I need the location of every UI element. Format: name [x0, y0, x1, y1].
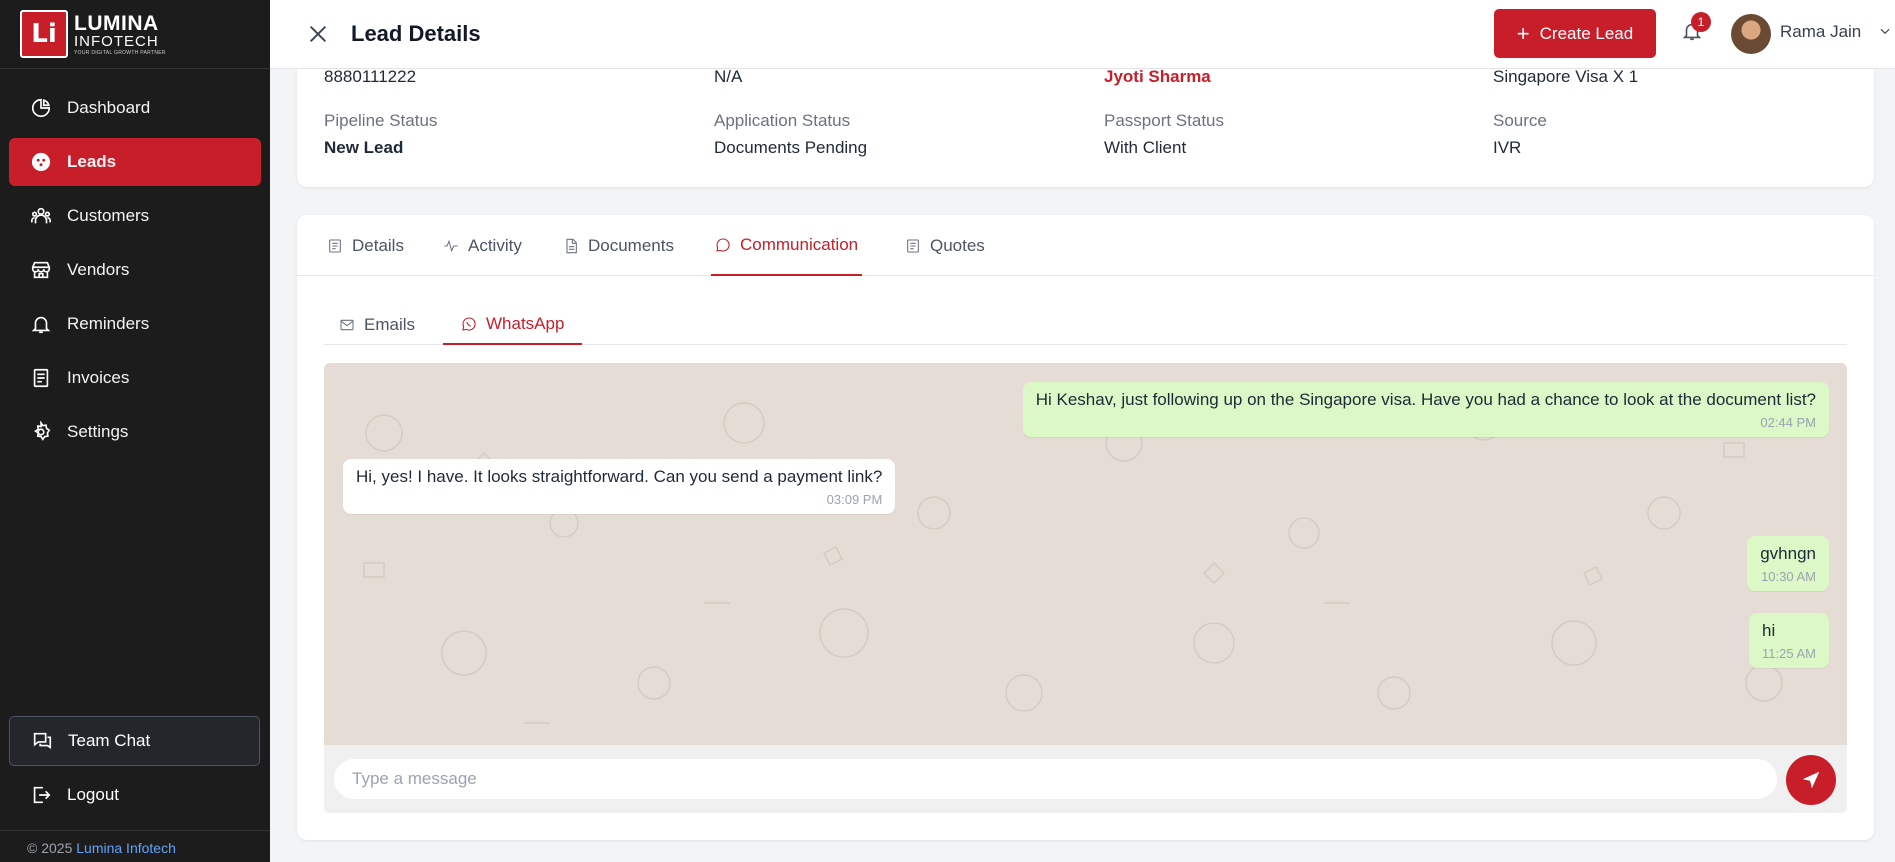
- pipeline-status-label: Pipeline Status: [324, 111, 438, 130]
- sidebar-item-label: Invoices: [67, 368, 130, 387]
- tab-communication[interactable]: Communication: [711, 215, 863, 276]
- source-value: IVR: [1493, 138, 1522, 157]
- invoice-icon: [30, 367, 52, 389]
- message-time: 03:09 PM: [826, 492, 883, 507]
- source-label: Source: [1493, 111, 1547, 130]
- sidebar-item-leads[interactable]: Leads: [9, 138, 261, 186]
- plus-icon: +: [1516, 20, 1530, 46]
- whatsapp-chat-area[interactable]: Hi Keshav, just following up on the Sing…: [324, 363, 1847, 745]
- chat-icon: [33, 732, 52, 749]
- sidebar: Li LUMINA INFOTECH YOUR DIGITAL GROWTH P…: [0, 0, 270, 862]
- team-chat-button[interactable]: Team Chat: [9, 716, 260, 766]
- message-time: 11:25 AM: [1762, 646, 1816, 661]
- copyright: © 2025 Lumina Infotech: [0, 830, 270, 856]
- notification-badge: 1: [1691, 12, 1711, 32]
- whatsapp-icon: [462, 317, 476, 331]
- sidebar-item-reminders[interactable]: Reminders: [9, 300, 261, 348]
- sidebar-item-vendors[interactable]: Vendors: [9, 246, 261, 294]
- message-text: Hi Keshav, just following up on the Sing…: [1035, 390, 1816, 409]
- message-text: Hi, yes! I have. It looks straightforwar…: [356, 467, 883, 486]
- lead-phone: 8880111222: [324, 67, 417, 86]
- sidebar-item-settings[interactable]: Settings: [9, 408, 261, 456]
- tab-activity[interactable]: Activity: [443, 215, 522, 276]
- sidebar-item-label: Vendors: [67, 260, 130, 279]
- send-button[interactable]: [1786, 755, 1836, 805]
- sidebar-item-label: Customers: [67, 206, 150, 225]
- application-status-value: Documents Pending: [714, 138, 868, 157]
- activity-icon: [444, 239, 458, 252]
- pie-chart-icon: [30, 97, 52, 119]
- users-icon: [30, 205, 52, 227]
- message-time: 02:44 PM: [1760, 415, 1816, 430]
- create-lead-button[interactable]: + Create Lead: [1494, 9, 1656, 58]
- brand-name: LUMINA: [74, 11, 159, 35]
- message-bubble-outgoing: hi 11:25 AM: [1749, 613, 1829, 668]
- sidebar-item-dashboard[interactable]: Dashboard: [9, 84, 261, 132]
- logout-icon: [33, 786, 51, 804]
- chevron-down-icon[interactable]: [1878, 24, 1892, 38]
- close-icon: [310, 26, 326, 42]
- brand[interactable]: Li LUMINA INFOTECH YOUR DIGITAL GROWTH P…: [0, 0, 270, 69]
- message-text: hi: [1762, 621, 1776, 640]
- message-bubble-outgoing: Hi Keshav, just following up on the Sing…: [1022, 382, 1829, 437]
- user-name[interactable]: Rama Jain: [1780, 22, 1861, 42]
- tab-quotes[interactable]: Quotes: [905, 215, 985, 276]
- lead-assignee[interactable]: Jyoti Sharma: [1104, 67, 1211, 87]
- lead-package: Singapore Visa X 1: [1493, 67, 1639, 86]
- message-composer: [324, 745, 1847, 813]
- store-icon: [30, 259, 52, 281]
- subtab-whatsapp[interactable]: WhatsApp: [443, 305, 583, 345]
- message-text: gvhngn: [1760, 544, 1816, 563]
- sidebar-item-label: Settings: [67, 422, 129, 441]
- message-bubble-outgoing: gvhngn 10:30 AM: [1747, 536, 1829, 591]
- subtab-emails[interactable]: Emails: [339, 305, 415, 345]
- tab-details[interactable]: Details: [327, 215, 404, 276]
- message-time: 10:30 AM: [1761, 569, 1816, 584]
- logout-label: Logout: [67, 785, 119, 804]
- logout-button[interactable]: Logout: [9, 770, 260, 820]
- lead-tabs: Details Activity Documents Communication…: [297, 215, 1874, 276]
- notifications-button[interactable]: 1: [1681, 12, 1711, 46]
- avatar[interactable]: [1731, 14, 1771, 54]
- message-bubble-incoming: Hi, yes! I have. It looks straightforwar…: [343, 459, 896, 514]
- document-icon: [566, 238, 577, 253]
- sidebar-item-customers[interactable]: Customers: [9, 192, 261, 240]
- details-icon: [329, 238, 341, 253]
- brand-sub: INFOTECH: [74, 32, 159, 50]
- sidebar-nav: Dashboard Leads Customers Vendors Remind…: [0, 84, 270, 456]
- application-status-label: Application Status: [714, 111, 851, 130]
- team-chat-label: Team Chat: [68, 731, 151, 750]
- communication-subtabs: Emails WhatsApp: [324, 305, 1847, 345]
- chat-bubble-icon: [716, 237, 730, 252]
- sidebar-item-label: Reminders: [67, 314, 150, 333]
- lead-tabs-card: Details Activity Documents Communication…: [297, 215, 1874, 840]
- tab-documents[interactable]: Documents: [563, 215, 674, 276]
- top-header: Lead Details + Create Lead 1 Rama Jain: [270, 0, 1895, 69]
- create-lead-label: Create Lead: [1539, 23, 1634, 43]
- lead-info-card: 8880111222 N/A Jyoti Sharma Singapore Vi…: [297, 67, 1874, 187]
- sidebar-item-label: Dashboard: [67, 98, 151, 117]
- brand-tagline: YOUR DIGITAL GROWTH PARTNER: [74, 49, 166, 56]
- passport-status-label: Passport Status: [1104, 111, 1225, 130]
- message-input[interactable]: [334, 759, 1777, 799]
- page-title: Lead Details: [351, 21, 481, 46]
- quote-icon: [907, 238, 919, 253]
- bell-icon: [30, 313, 52, 335]
- mail-icon: [340, 319, 354, 331]
- pipeline-status-value: New Lead: [324, 138, 404, 157]
- sidebar-item-label: Leads: [67, 152, 117, 171]
- send-icon: [1802, 771, 1820, 789]
- target-icon: [30, 151, 52, 173]
- close-button[interactable]: [305, 21, 331, 47]
- passport-status-value: With Client: [1104, 138, 1187, 157]
- gear-icon: [30, 421, 52, 443]
- brand-logo-icon: Li: [20, 10, 68, 58]
- company-link[interactable]: Lumina Infotech: [76, 840, 176, 856]
- lead-secondary: N/A: [714, 67, 743, 86]
- sidebar-item-invoices[interactable]: Invoices: [9, 354, 261, 402]
